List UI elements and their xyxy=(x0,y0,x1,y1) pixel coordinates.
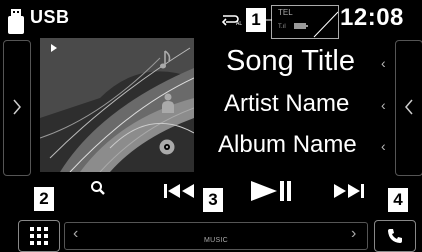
search-icon[interactable] xyxy=(90,180,106,196)
callout-4: 4 xyxy=(388,188,408,212)
callout-2: 2 xyxy=(34,187,54,211)
right-panel-tab[interactable] xyxy=(395,40,422,176)
person-icon xyxy=(162,93,174,113)
svg-text:ALL: ALL xyxy=(236,21,242,26)
phone-status-box: TEL T.ıl xyxy=(271,5,339,39)
chevron-right-icon xyxy=(13,99,21,115)
left-panel-tab[interactable] xyxy=(3,40,31,176)
source-bar[interactable]: ‹ MUSIC › xyxy=(64,222,368,250)
usb-icon xyxy=(8,9,24,34)
status-box-divider xyxy=(313,11,338,38)
source-bar-label: MUSIC xyxy=(203,237,229,244)
artist-chevron-icon[interactable]: ‹ xyxy=(381,97,386,113)
chevron-left-icon xyxy=(405,99,413,115)
clock: 12:08 xyxy=(340,4,404,31)
callout-1: 1 xyxy=(246,8,266,32)
disc-icon xyxy=(159,139,175,155)
source-next-icon[interactable]: › xyxy=(351,225,356,243)
note-icon xyxy=(160,50,171,69)
next-track-icon[interactable] xyxy=(332,181,366,201)
menu-grid-icon xyxy=(30,227,48,245)
artist-name: Artist Name xyxy=(224,90,350,117)
phone-button[interactable] xyxy=(374,220,416,252)
art-play-icon xyxy=(51,44,57,52)
play-pause-icon[interactable] xyxy=(249,179,293,203)
prev-track-icon[interactable] xyxy=(162,181,196,201)
album-name: Album Name xyxy=(218,131,357,158)
phone-icon xyxy=(388,229,402,243)
menu-button[interactable] xyxy=(18,220,60,252)
callout-3: 3 xyxy=(203,188,223,212)
album-chevron-icon[interactable]: ‹ xyxy=(381,138,386,154)
repeat-icon[interactable]: ALL xyxy=(220,12,242,26)
source-label: USB xyxy=(30,7,70,27)
song-chevron-icon[interactable]: ‹ xyxy=(381,55,386,71)
song-title: Song Title xyxy=(226,45,355,77)
